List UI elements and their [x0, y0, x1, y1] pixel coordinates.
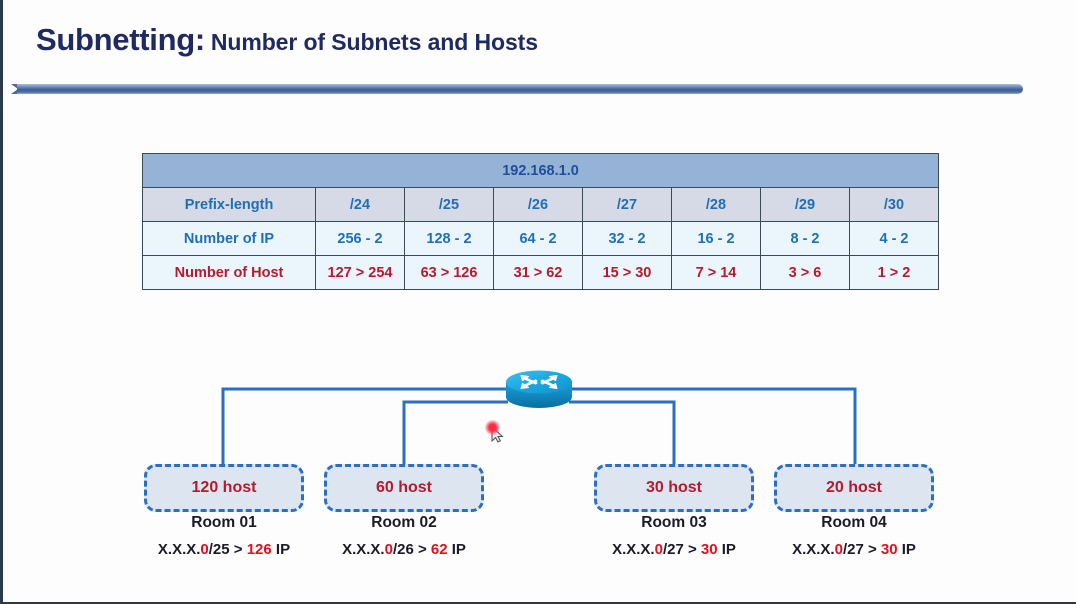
- room-label-04: Room 04: [821, 514, 887, 531]
- room-ip-prefix-03: X.X.X.: [612, 541, 655, 558]
- room-box-03[interactable]: 30 host: [594, 464, 754, 512]
- cell-host-4: 7 > 14: [671, 255, 761, 290]
- table-row-prefix-length: Prefix-length /24 /25 /26 /27 /28 /29 /3…: [142, 187, 939, 222]
- table-row-number-of-host: Number of Host 127 > 254 63 > 126 31 > 6…: [142, 255, 939, 290]
- cell-host-1: 63 > 126: [404, 255, 494, 290]
- cell-ip-5: 8 - 2: [760, 221, 850, 256]
- room-ip-zero-02: 0: [384, 541, 393, 558]
- network-address-header: 192.168.1.0: [142, 153, 939, 188]
- cell-host-6: 1 > 2: [849, 255, 939, 290]
- cell-prefix-6: /30: [849, 187, 939, 222]
- room-ip-count-04: 30: [880, 541, 898, 558]
- cell-host-3: 15 > 30: [582, 255, 672, 290]
- cell-ip-1: 128 - 2: [404, 221, 494, 256]
- cell-ip-4: 16 - 2: [671, 221, 761, 256]
- room-ip-zero-03: 0: [654, 541, 663, 558]
- cell-prefix-1: /25: [404, 187, 494, 222]
- cell-ip-2: 64 - 2: [493, 221, 583, 256]
- slide-canvas: Subnetting: Number of Subnets and Hosts 1…: [0, 0, 1076, 604]
- cell-ip-0: 256 - 2: [315, 221, 405, 256]
- row-label-number-of-ip: Number of IP: [142, 221, 316, 256]
- room-ip-mask-04: /27 >: [842, 541, 881, 558]
- room-ip-prefix-02: X.X.X.: [342, 541, 385, 558]
- page-title: Subnetting: Number of Subnets and Hosts: [36, 22, 538, 58]
- row-label-prefix-length: Prefix-length: [142, 187, 316, 222]
- cell-prefix-0: /24: [315, 187, 405, 222]
- cell-ip-6: 4 - 2: [849, 221, 939, 256]
- table-row-number-of-ip: Number of IP 256 - 2 128 - 2 64 - 2 32 -…: [142, 221, 939, 256]
- subnet-table: 192.168.1.0 Prefix-length /24 /25 /26 /2…: [142, 153, 939, 290]
- room-ip-04: X.X.X.0/27 > 30 IP: [754, 541, 954, 558]
- divider-bar: [17, 84, 1023, 94]
- cell-prefix-5: /29: [760, 187, 850, 222]
- room-ip-count-01: 126: [246, 541, 272, 558]
- room-ip-02: X.X.X.0/26 > 62 IP: [304, 541, 504, 558]
- mouse-cursor: [483, 419, 511, 445]
- room-ip-suffix-04: IP: [897, 541, 916, 558]
- room-label-02: Room 02: [371, 514, 437, 531]
- room-ip-zero-04: 0: [834, 541, 843, 558]
- room-ip-mask-03: /27 >: [662, 541, 701, 558]
- room-box-02[interactable]: 60 host: [324, 464, 484, 512]
- row-label-number-of-host: Number of Host: [142, 255, 316, 290]
- room-box-01[interactable]: 120 host: [144, 464, 304, 512]
- room-ip-mask-01: /25 >: [208, 541, 247, 558]
- room-ip-mask-02: /26 >: [392, 541, 431, 558]
- router-icon: [504, 367, 574, 411]
- room-label-03: Room 03: [641, 514, 707, 531]
- cell-ip-3: 32 - 2: [582, 221, 672, 256]
- room-ip-zero-01: 0: [200, 541, 209, 558]
- cell-prefix-2: /26: [493, 187, 583, 222]
- cell-host-2: 31 > 62: [493, 255, 583, 290]
- title-main: Subnetting:: [36, 22, 205, 57]
- cell-prefix-4: /28: [671, 187, 761, 222]
- room-label-01: Room 01: [191, 514, 257, 531]
- cell-host-5: 3 > 6: [760, 255, 850, 290]
- cell-host-0: 127 > 254: [315, 255, 405, 290]
- click-highlight-icon: [485, 420, 500, 435]
- room-ip-count-03: 30: [700, 541, 718, 558]
- cell-prefix-3: /27: [582, 187, 672, 222]
- room-ip-prefix-01: X.X.X.: [157, 541, 201, 558]
- room-ip-suffix-03: IP: [717, 541, 736, 558]
- room-ip-suffix-02: IP: [447, 541, 466, 558]
- title-subtitle: Number of Subnets and Hosts: [210, 29, 538, 55]
- table-header-row: 192.168.1.0: [142, 153, 939, 188]
- room-ip-03: X.X.X.0/27 > 30 IP: [574, 541, 774, 558]
- room-ip-count-02: 62: [430, 541, 448, 558]
- room-box-04[interactable]: 20 host: [774, 464, 934, 512]
- room-ip-suffix-01: IP: [271, 541, 291, 558]
- room-ip-01: X.X.X.0/25 > 126 IP: [124, 541, 324, 558]
- room-ip-prefix-04: X.X.X.: [792, 541, 835, 558]
- title-divider: [11, 84, 1023, 94]
